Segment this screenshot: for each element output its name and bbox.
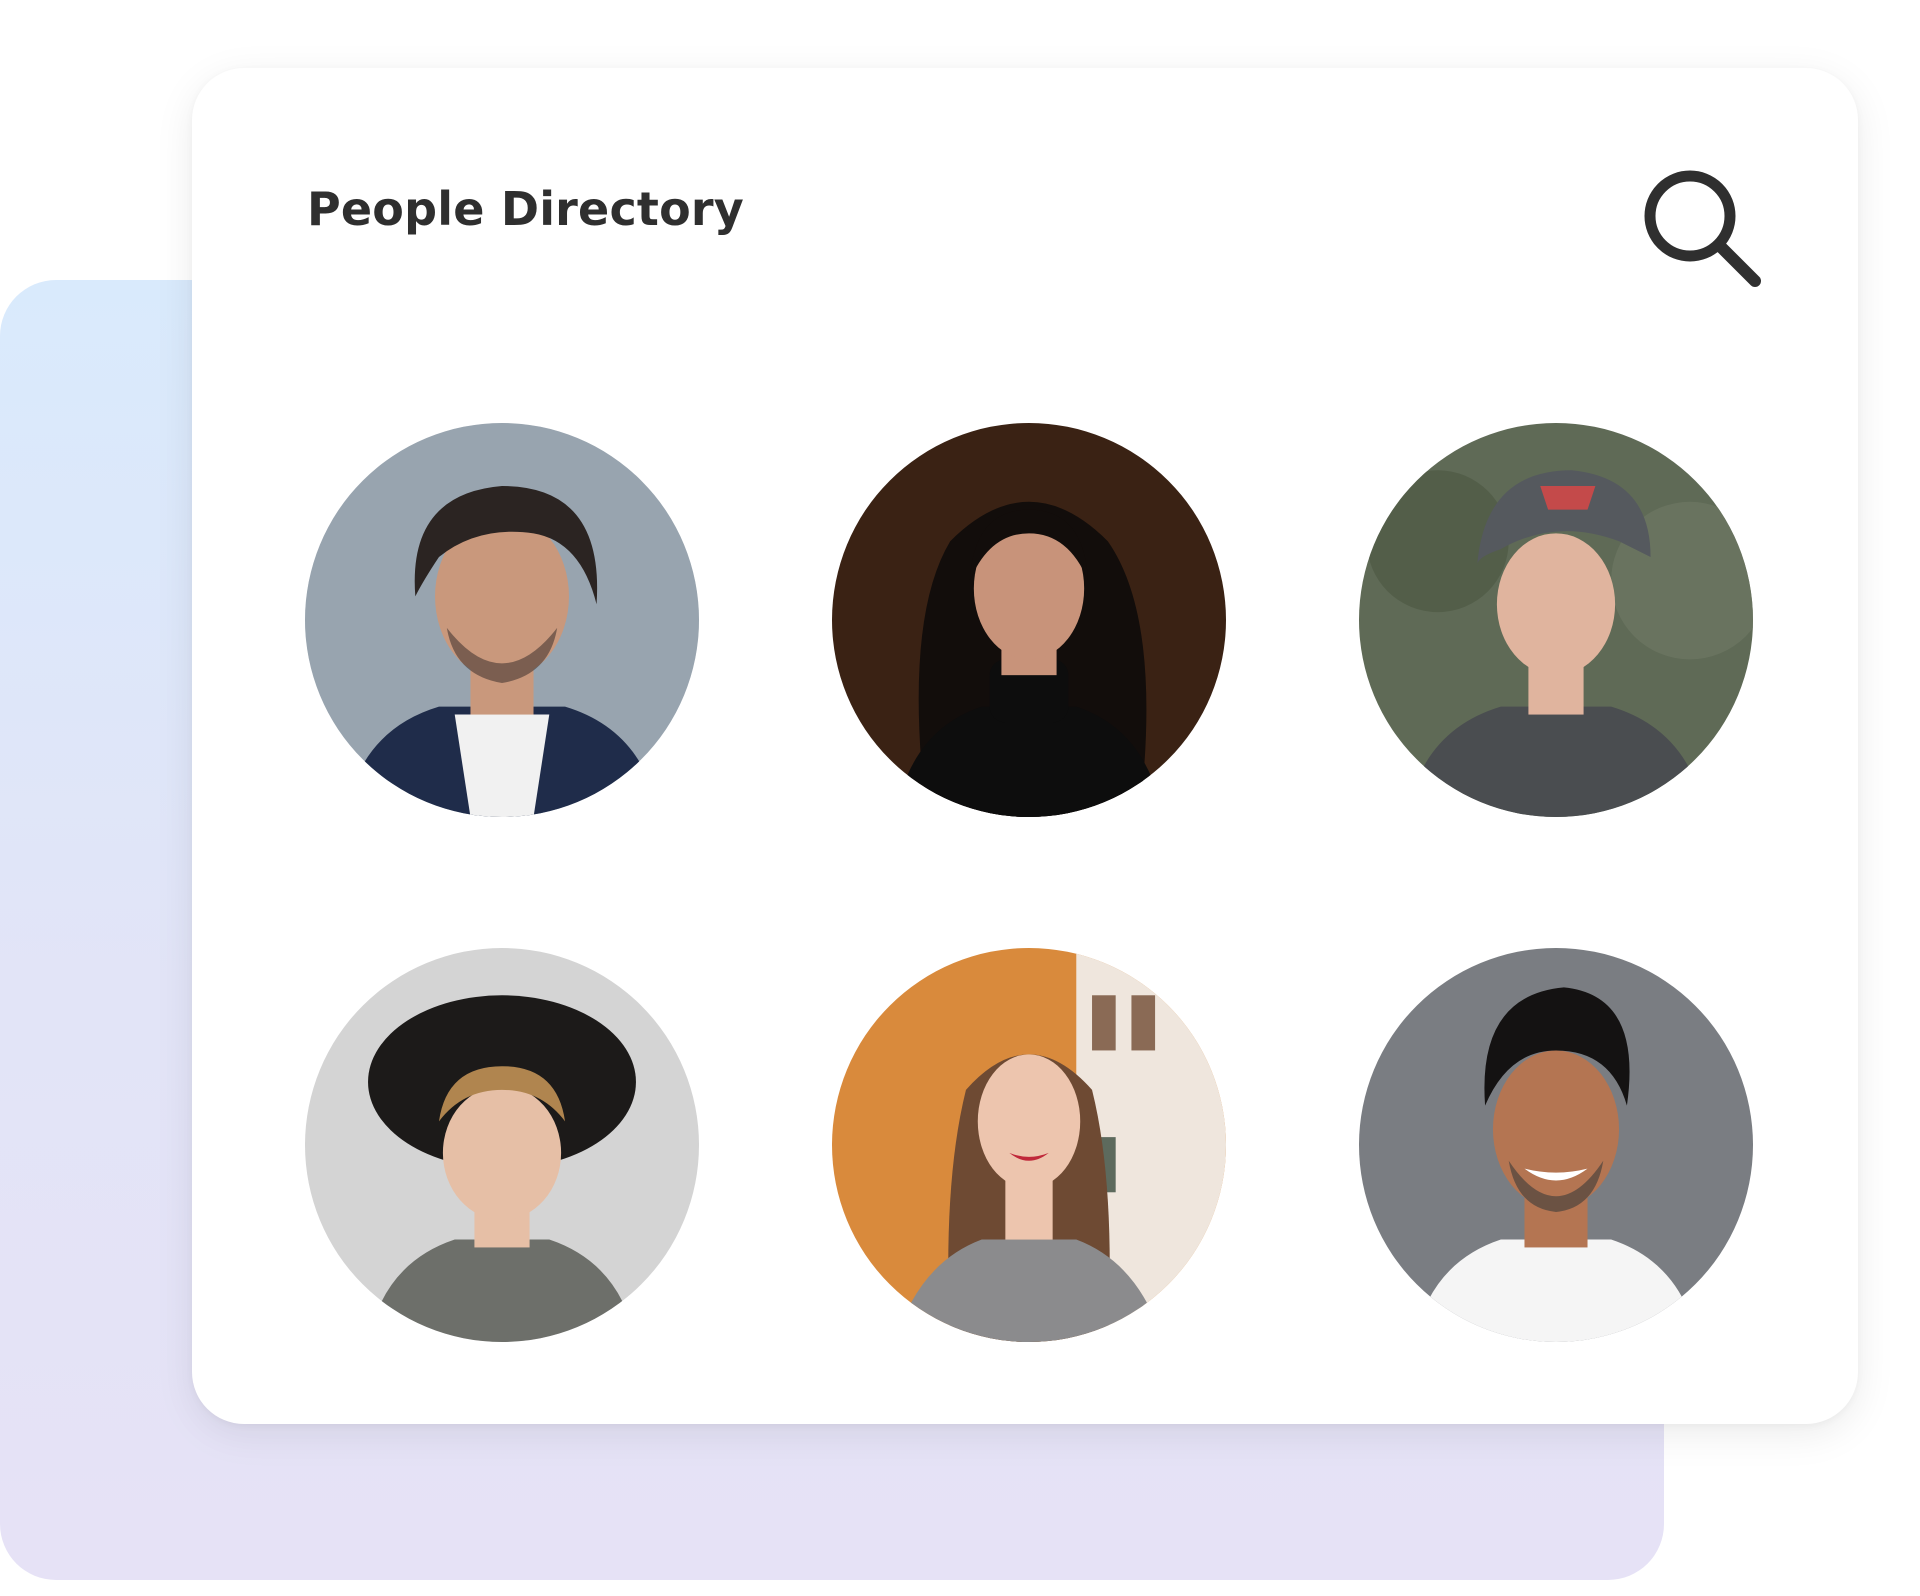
person-avatar-5[interactable] bbox=[832, 948, 1226, 1342]
avatar-image bbox=[832, 948, 1226, 1342]
stage: People Directory bbox=[0, 0, 1920, 1596]
person-avatar-2[interactable] bbox=[832, 423, 1226, 817]
search-icon bbox=[1644, 170, 1761, 287]
people-directory-card: People Directory bbox=[192, 68, 1858, 1424]
person-avatar-1[interactable] bbox=[305, 423, 699, 817]
avatar-image bbox=[1359, 948, 1753, 1342]
avatar-image bbox=[832, 423, 1226, 817]
search-button[interactable] bbox=[1632, 158, 1772, 298]
page-title: People Directory bbox=[307, 182, 744, 236]
avatar-image bbox=[305, 423, 699, 817]
person-avatar-3[interactable] bbox=[1359, 423, 1753, 817]
avatar-image bbox=[305, 948, 699, 1342]
avatar-image bbox=[1359, 423, 1753, 817]
person-avatar-4[interactable] bbox=[305, 948, 699, 1342]
person-avatar-6[interactable] bbox=[1359, 948, 1753, 1342]
